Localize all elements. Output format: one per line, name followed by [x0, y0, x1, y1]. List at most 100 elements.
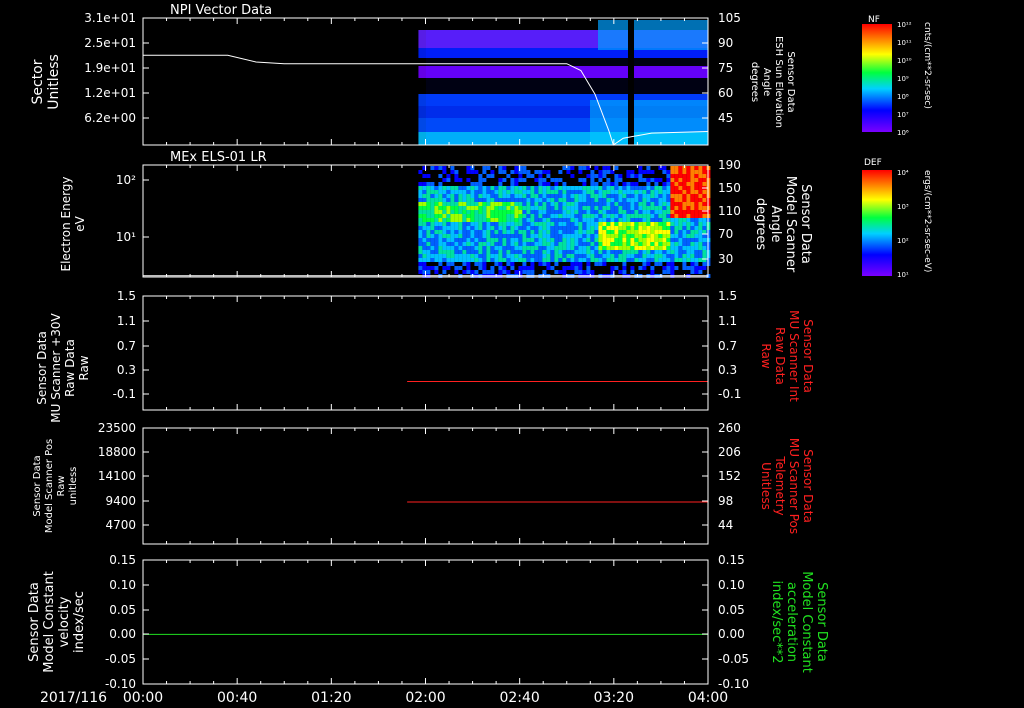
spectrogram-cell [490, 170, 495, 174]
spectrogram-cell [638, 214, 643, 218]
spectrogram-cell [574, 258, 579, 262]
spectrogram-cell [498, 238, 503, 242]
spectrogram-cell [550, 222, 555, 226]
spectrogram-cell [518, 166, 523, 170]
spectrogram-cell [666, 254, 671, 258]
spectrogram-cell [426, 218, 431, 222]
spectrogram-cell [678, 182, 683, 186]
spectrogram-cell [450, 214, 455, 218]
spectrogram-cell [638, 174, 643, 178]
left-tick-label: 10¹ [116, 230, 136, 244]
spectrogram-cell [594, 242, 599, 246]
panel5-right-ylabel-2: Model Constant [799, 571, 814, 673]
spectrogram-cell [426, 230, 431, 234]
spectrogram-cell [502, 258, 507, 262]
spectrogram-cell [582, 258, 587, 262]
spectrogram-cell [606, 202, 611, 206]
spectrogram-cell [686, 266, 691, 270]
spectrogram-cell [478, 178, 483, 182]
panel1-right-ylabel-3: Angle [761, 68, 772, 96]
spectrogram-cell [558, 242, 563, 246]
spectrogram-cell [626, 210, 631, 214]
spectrogram-cell [558, 250, 563, 254]
spectrogram-cell [454, 202, 459, 206]
spectrogram-cell [690, 166, 695, 170]
spectrogram-cell [458, 210, 463, 214]
spectrogram-cell [622, 182, 627, 186]
spectrogram-cell [474, 194, 479, 198]
spectrogram-cell [638, 266, 643, 270]
spectrogram-cell [598, 206, 603, 210]
spectrogram-cell [450, 218, 455, 222]
spectrogram-cell [450, 226, 455, 230]
spectrogram-cell [506, 234, 511, 238]
spectrogram-cell [518, 242, 523, 246]
spectrogram-cell [566, 194, 571, 198]
spectrogram-cell [642, 254, 647, 258]
spectrogram-cell [442, 202, 447, 206]
spectrogram-cell [622, 238, 627, 242]
panel1-data-gap [628, 18, 634, 145]
spectrogram-cell [454, 246, 459, 250]
spectrogram-cell [454, 178, 459, 182]
spectrogram-cell [502, 230, 507, 234]
spectrogram-cell [674, 170, 679, 174]
spectrogram-cell [538, 234, 543, 238]
spectrogram-cell [426, 266, 431, 270]
heatmap-band [418, 78, 708, 94]
panel2-right-ylabel-3: Angle [768, 206, 783, 243]
spectrogram-cell [578, 238, 583, 242]
spectrogram-cell [694, 214, 699, 218]
spectrogram-cell [462, 246, 467, 250]
spectrogram-cell [474, 246, 479, 250]
spectrogram-cell [450, 262, 455, 266]
spectrogram-cell [642, 214, 647, 218]
spectrogram-cell [458, 242, 463, 246]
spectrogram-cell [482, 222, 487, 226]
spectrogram-cell [498, 190, 503, 194]
spectrogram-cell [466, 234, 471, 238]
multi-panel-plot: NPI Vector Data 3.1e+012.5e+011.9e+011.2… [27, 3, 932, 706]
spectrogram-cell [638, 190, 643, 194]
spectrogram-cell [574, 270, 579, 274]
spectrogram-cell [678, 226, 683, 230]
spectrogram-cell [482, 234, 487, 238]
spectrogram-cell [418, 170, 423, 174]
spectrogram-cell [658, 206, 663, 210]
spectrogram-cell [562, 254, 567, 258]
spectrogram-cell [426, 250, 431, 254]
spectrogram-cell [442, 194, 447, 198]
spectrogram-cell [630, 182, 635, 186]
spectrogram-cell [586, 250, 591, 254]
spectrogram-cell [610, 250, 615, 254]
spectrogram-cell [614, 174, 619, 178]
spectrogram-cell [518, 194, 523, 198]
spectrogram-cell [682, 254, 687, 258]
spectrogram-cell [514, 170, 519, 174]
spectrogram-cell [662, 246, 667, 250]
spectrogram-cell [466, 266, 471, 270]
spectrogram-cell [670, 254, 675, 258]
spectrogram-cell [686, 222, 691, 226]
spectrogram-cell [678, 198, 683, 202]
spectrogram-cell [642, 198, 647, 202]
spectrogram-cell [690, 174, 695, 178]
spectrogram-cell [694, 266, 699, 270]
spectrogram-cell [562, 182, 567, 186]
spectrogram-cell [626, 230, 631, 234]
spectrogram-cell [578, 226, 583, 230]
spectrogram-cell [686, 166, 691, 170]
spectrogram-cell [482, 210, 487, 214]
spectrogram-cell [462, 210, 467, 214]
spectrogram-cell [522, 206, 527, 210]
spectrogram-cell [462, 198, 467, 202]
spectrogram-cell [690, 270, 695, 274]
spectrogram-cell [578, 254, 583, 258]
spectrogram-cell [506, 270, 511, 274]
spectrogram-cell [458, 266, 463, 270]
panel4-right-ylabel-2: MU Scanner Pos [787, 438, 801, 534]
spectrogram-cell [542, 190, 547, 194]
spectrogram-cell [646, 166, 651, 170]
spectrogram-cell [702, 254, 707, 258]
spectrogram-cell [474, 222, 479, 226]
